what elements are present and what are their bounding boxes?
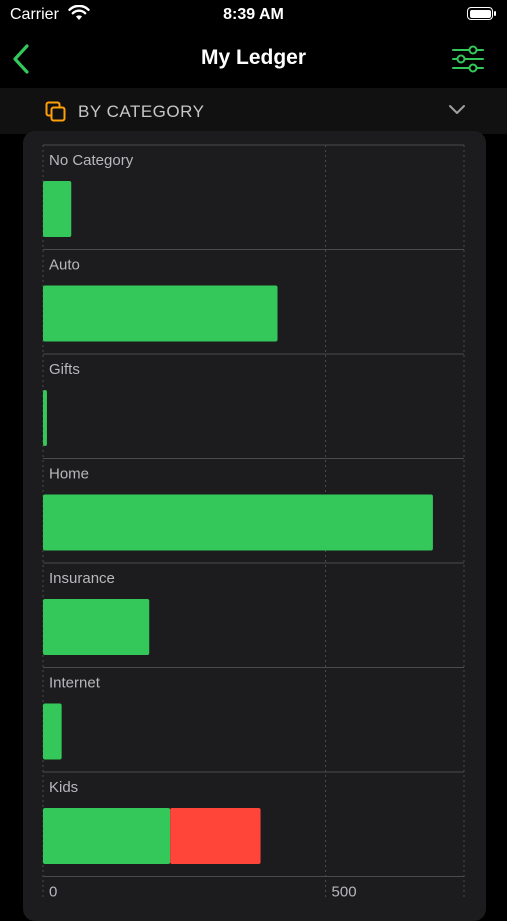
x-tick-label: 0	[49, 884, 57, 901]
battery-icon	[467, 7, 496, 20]
category-label: Gifts	[49, 361, 80, 378]
sliders-icon[interactable]	[451, 44, 485, 74]
category-label: Internet	[49, 675, 101, 692]
category-label: Kids	[49, 779, 78, 796]
bar[interactable]	[43, 181, 72, 237]
category-label: No Category	[49, 152, 134, 169]
bar[interactable]	[43, 494, 433, 551]
category-label: Home	[49, 466, 89, 483]
navigation-bar: My Ledger	[0, 32, 507, 88]
category-label: Auto	[49, 257, 80, 274]
clock: 8:39 AM	[223, 6, 284, 23]
section-label: BY CATEGORY	[78, 102, 205, 121]
bar[interactable]	[43, 390, 47, 446]
x-tick-label: 500	[332, 884, 357, 901]
category-label: Insurance	[49, 570, 115, 587]
categories-icon	[45, 101, 66, 122]
status-bar: Carrier 8:39 AM	[0, 0, 507, 30]
bar[interactable]	[43, 703, 62, 760]
bar[interactable]	[170, 808, 261, 864]
page-title: My Ledger	[200, 46, 307, 69]
chevron-down-icon[interactable]	[448, 103, 466, 115]
category-section-header[interactable]: BY CATEGORY	[0, 88, 507, 134]
category-bar-chart: No Category Auto Gifts Home Insurance Interne…	[42, 144, 465, 901]
bar[interactable]	[43, 599, 150, 655]
bar[interactable]	[43, 808, 171, 864]
chart-card: No Category Auto Gifts Home Insurance Interne…	[23, 131, 486, 921]
bar[interactable]	[43, 285, 278, 342]
